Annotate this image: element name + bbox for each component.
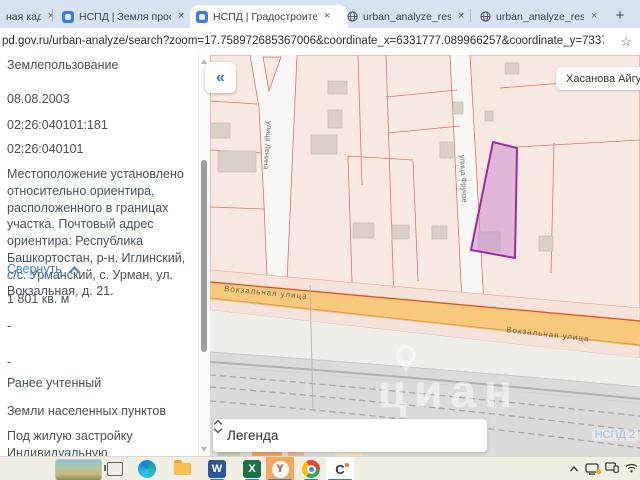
cadastral-number: 02:26:040101:181 [7, 118, 108, 132]
panel-scrollbar[interactable] [198, 55, 209, 456]
map-graphics: циан улица Ленина улица Фрунзе Вокзальна… [210, 55, 640, 456]
yandex-browser-button[interactable]: Y [266, 457, 294, 480]
close-icon[interactable]: × [322, 11, 332, 22]
status-value: Ранее учтенный [7, 376, 102, 390]
nspd-favicon [62, 10, 74, 23]
device-cast-icon[interactable] [605, 460, 619, 478]
cadastral-quarter: 02:26:040101 [7, 142, 84, 156]
file-explorer-button[interactable] [172, 457, 192, 480]
browser-tab-bar: ная када × НСПД | Земля просто × НСПД | … [0, 0, 640, 28]
new-tab-button[interactable]: + [608, 4, 632, 26]
task-view-icon [104, 462, 123, 476]
registration-date: 08.08.2003 [7, 92, 70, 106]
chrome-button[interactable] [301, 457, 321, 480]
close-icon[interactable]: × [46, 11, 56, 22]
cian-app-button[interactable]: C [326, 457, 354, 480]
folder-icon [173, 460, 191, 475]
wifi-icon[interactable] [625, 460, 638, 478]
tab-title: urban_analyze_result (6).pdf [363, 10, 451, 23]
globe-icon [480, 11, 491, 22]
close-icon[interactable]: × [456, 11, 466, 22]
empty-value-2: - [7, 355, 12, 369]
chevron-up-icon [68, 266, 80, 278]
notification-badge [596, 469, 601, 474]
scrollbar-thumb[interactable] [201, 160, 207, 352]
cian-icon: C [335, 461, 350, 477]
tab-title: urban_analyze_result (4).pdf [496, 10, 584, 23]
land-use-value: Землепользование [7, 58, 119, 72]
taskbar: W X Y C [0, 456, 640, 480]
excel-button[interactable]: X [242, 457, 262, 480]
tab-separator [470, 9, 471, 22]
word-icon: W [208, 460, 226, 478]
map-attribution: НСПД 2 [591, 429, 638, 441]
user-account-button[interactable]: Хасанова Айгул [556, 67, 640, 90]
edge-icon [138, 460, 156, 478]
close-icon[interactable]: × [589, 11, 599, 22]
excel-icon: X [243, 460, 261, 478]
word-button[interactable]: W [207, 457, 227, 480]
collapse-link-label[interactable]: Свернуть [7, 262, 62, 278]
display-notification-icon[interactable] [585, 463, 601, 475]
address-input[interactable]: pd.gov.ru/urban-analyze/search?zoom=17.7… [2, 28, 604, 55]
tab-pdf-4[interactable]: urban_analyze_result (4).pdf × [474, 5, 612, 28]
url-bar: pd.gov.ru/urban-analyze/search?zoom=17.7… [0, 28, 640, 56]
globe-icon [347, 11, 358, 22]
area-value: 1 801 кв. м [7, 292, 70, 306]
tab-title: ная када [6, 10, 41, 23]
scroll-down-arrow-icon[interactable] [201, 447, 207, 452]
chrome-icon [302, 460, 320, 478]
tab-pdf-6[interactable]: urban_analyze_result (6).pdf × [341, 5, 479, 28]
edge-browser-button[interactable] [137, 457, 157, 480]
map-canvas[interactable]: циан улица Ленина улица Фрунзе Вокзальна… [210, 55, 640, 456]
nspd-favicon [196, 10, 208, 23]
tab-title: НСПД | Земля просто [79, 10, 171, 23]
system-tray [569, 457, 640, 480]
watermark-text: циан [378, 365, 520, 417]
legend-label: Легенда [227, 428, 279, 443]
land-category-value: Земли населенных пунктов [7, 404, 166, 418]
collapse-link[interactable]: Свернуть [7, 261, 195, 278]
parcel-info-panel: Землепользование 08.08.2003 02:26:040101… [0, 55, 210, 460]
address-description: Местоположение установлено относительно … [7, 167, 186, 299]
empty-value-1: - [7, 319, 12, 333]
legend-panel[interactable]: Легенда [213, 419, 487, 452]
show-hidden-icons-chevron[interactable] [569, 460, 579, 478]
tab-nspd-gradostroitelnaya-active[interactable]: НСПД | Градостроительна × [190, 5, 348, 28]
panel-collapse-button[interactable]: « [205, 62, 236, 93]
bookmark-star-icon[interactable]: ☆ [620, 28, 632, 55]
desktop-preview-thumbnail[interactable] [55, 459, 102, 480]
task-view-button[interactable] [104, 457, 125, 480]
close-icon[interactable]: × [176, 11, 186, 22]
tab-nspd-zemlya[interactable]: НСПД | Земля просто × [56, 5, 198, 28]
screen: ная када × НСПД | Земля просто × НСПД | … [0, 0, 640, 480]
tab-separator [52, 9, 53, 22]
yandex-icon: Y [271, 460, 289, 478]
tab-title: НСПД | Градостроительна [213, 10, 317, 23]
